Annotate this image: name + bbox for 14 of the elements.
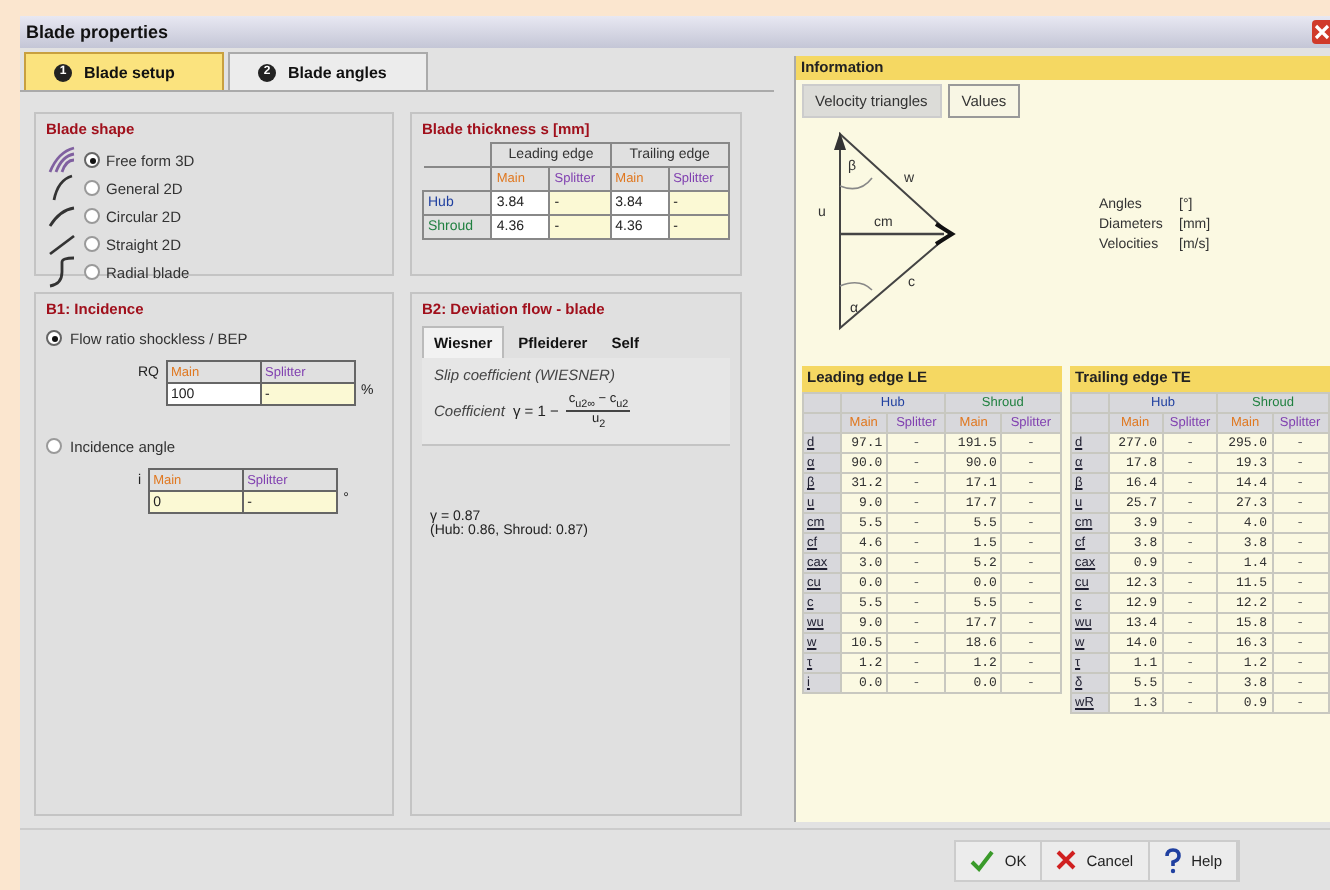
- check-icon: [970, 849, 995, 871]
- cross-icon: [1056, 850, 1077, 870]
- radio-button[interactable]: [84, 264, 100, 280]
- help-icon: [1163, 847, 1182, 873]
- radio-button[interactable]: [84, 236, 100, 252]
- close-icon[interactable]: [1312, 20, 1330, 44]
- blade-shape-icon: [46, 144, 78, 176]
- window-title: Blade properties: [26, 22, 169, 42]
- blade-shape-icon: [46, 256, 78, 288]
- radio-button[interactable]: [84, 152, 100, 168]
- radio-button[interactable]: [46, 330, 62, 346]
- radio-button[interactable]: [84, 180, 100, 196]
- radio-button[interactable]: [46, 438, 62, 454]
- radio-button[interactable]: [84, 208, 100, 224]
